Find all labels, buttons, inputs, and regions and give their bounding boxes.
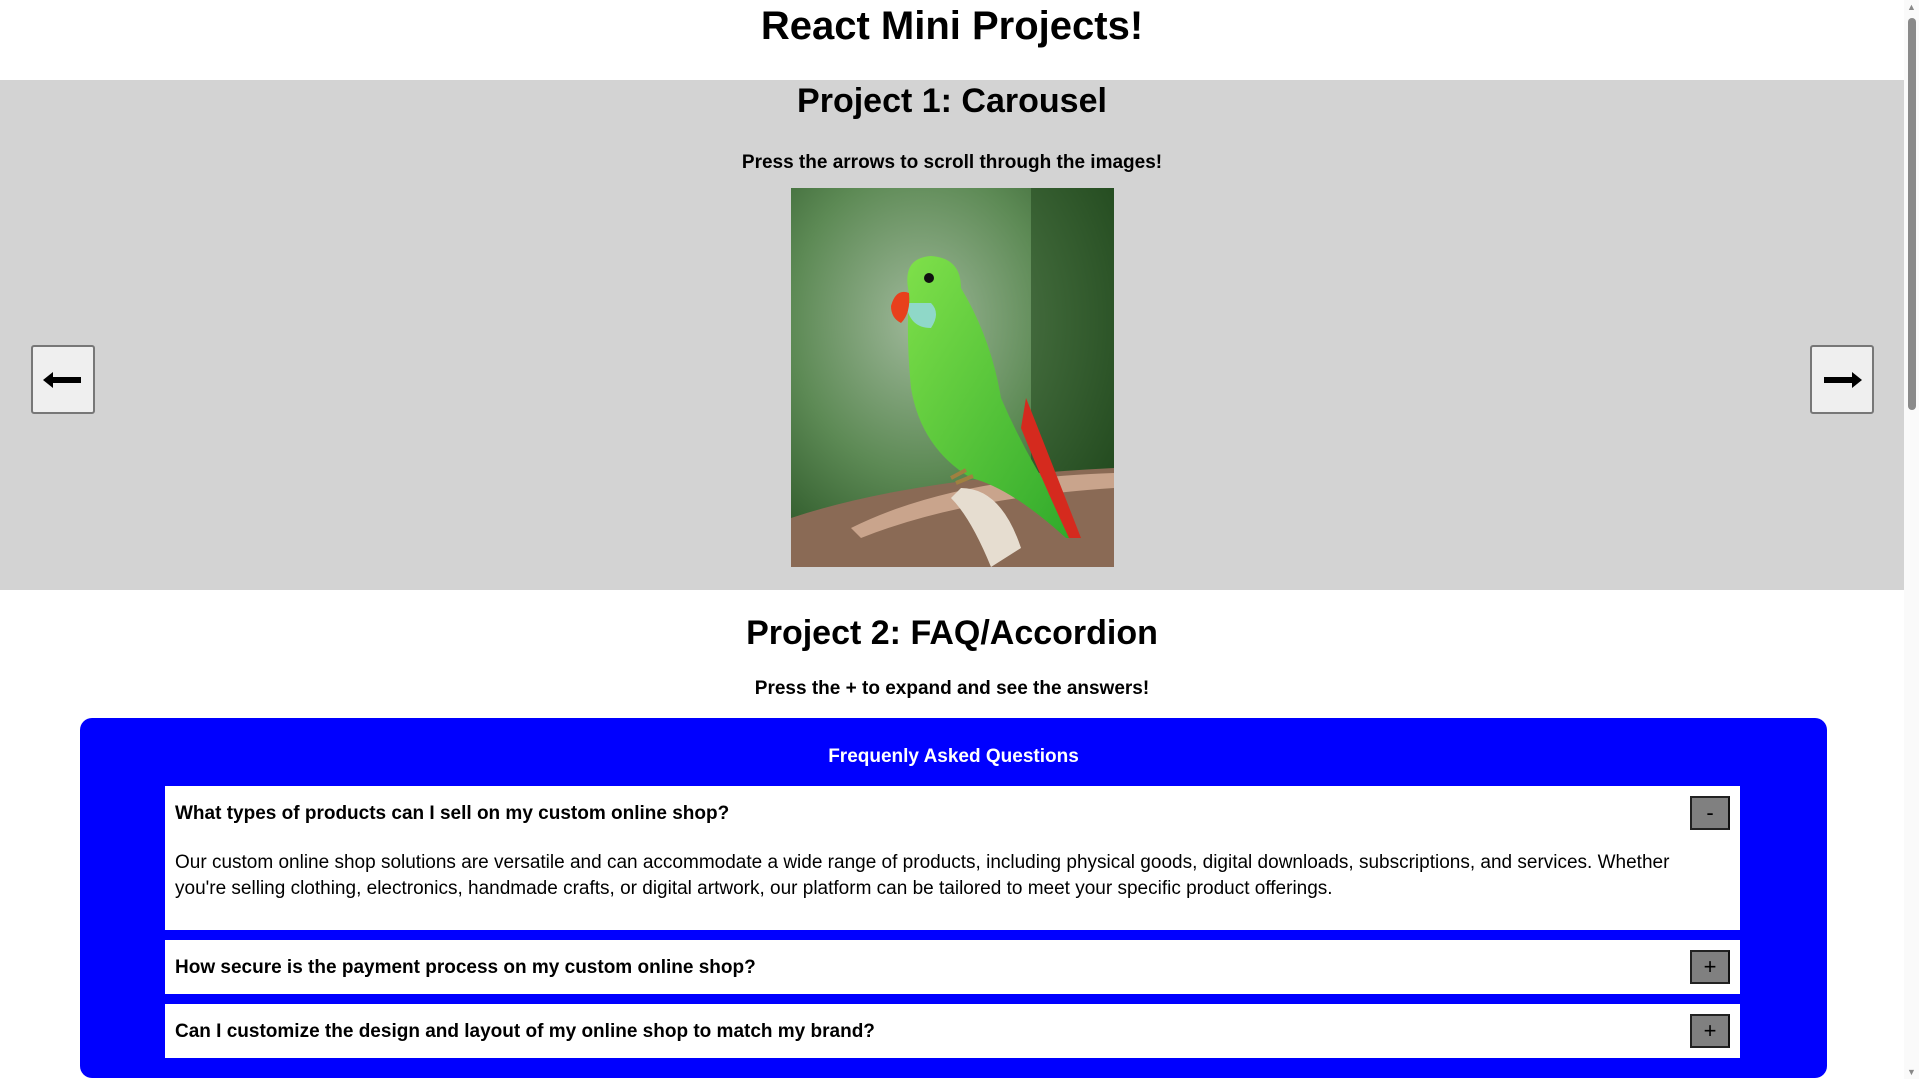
carousel-instructions: Press the arrows to scroll through the i…	[741, 152, 1163, 173]
arrow-left-icon	[43, 371, 81, 388]
faq-question: Can I customize the design and layout of…	[175, 1021, 875, 1042]
carousel-image-parrot	[791, 188, 1114, 567]
faq-question: How secure is the payment process on my …	[175, 957, 756, 978]
faq-question: What types of products can I sell on my …	[175, 803, 730, 824]
page-title: React Mini Projects!	[760, 4, 1144, 48]
faq-item: What types of products can I sell on my …	[165, 786, 1740, 930]
faq-instructions: Press the + to expand and see the answer…	[754, 678, 1150, 699]
carousel-section: Project 1: Carousel Press the arrows to …	[0, 80, 1904, 590]
expand-button[interactable]: +	[1690, 950, 1730, 984]
faq-heading: Project 2: FAQ/Accordion	[746, 614, 1158, 652]
faq-item: How secure is the payment process on my …	[165, 940, 1740, 994]
faq-item: Can I customize the design and layout of…	[165, 1004, 1740, 1058]
expand-button[interactable]: +	[1690, 1014, 1730, 1048]
scroll-up-icon[interactable]: ▲	[1907, 2, 1916, 12]
prev-button[interactable]	[31, 345, 95, 414]
collapse-button[interactable]: -	[1690, 796, 1730, 830]
faq-container: Frequenly Asked Questions What types of …	[80, 718, 1827, 1078]
scrollbar-thumb[interactable]	[1908, 18, 1916, 410]
faq-box-title: Frequenly Asked Questions	[828, 746, 1079, 767]
scroll-down-icon[interactable]: ▼	[1907, 1067, 1916, 1077]
vertical-scrollbar[interactable]: ▲ ▼	[1904, 0, 1919, 1079]
next-button[interactable]	[1810, 345, 1874, 414]
carousel-heading: Project 1: Carousel	[797, 82, 1107, 120]
faq-answer: Our custom online shop solutions are ver…	[175, 852, 1670, 899]
arrow-right-icon	[1824, 371, 1862, 388]
